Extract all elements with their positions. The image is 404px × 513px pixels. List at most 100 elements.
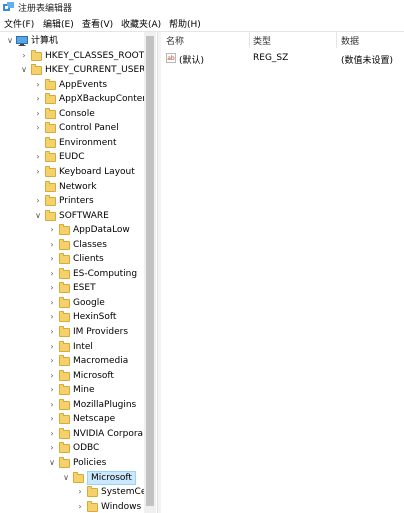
expanded-chevron-icon[interactable]: ∨ (20, 63, 28, 77)
collapsed-chevron-icon[interactable]: › (48, 369, 56, 383)
menu-favorites[interactable]: 收藏夹(A) (121, 17, 161, 30)
tree-node-label: Windows (101, 501, 142, 512)
collapsed-chevron-icon[interactable]: › (48, 412, 56, 426)
collapsed-chevron-icon[interactable]: › (34, 121, 42, 135)
tree-node[interactable]: ∨ 计算机 (0, 34, 144, 48)
tree-node-label: HexinSoft (73, 312, 117, 323)
tree-node-label: Classes (73, 239, 107, 250)
collapsed-chevron-icon[interactable]: › (34, 165, 42, 179)
tree-node[interactable]: › Keyboard Layout (0, 165, 144, 179)
tree-node[interactable]: › Classes (0, 238, 144, 252)
collapsed-chevron-icon[interactable]: › (48, 238, 56, 252)
folder-icon (59, 282, 70, 294)
tree-node[interactable]: ∨ HKEY_CURRENT_USER (0, 63, 145, 77)
tree-node[interactable]: › EUDC (0, 150, 144, 164)
tree-node[interactable]: › Control Panel (0, 121, 144, 135)
tree-node[interactable]: › AppXBackupConter (0, 92, 146, 106)
column-header-data[interactable]: 数据 (341, 34, 359, 47)
collapsed-chevron-icon[interactable]: › (48, 223, 56, 237)
expanded-chevron-icon[interactable]: ∨ (62, 471, 70, 485)
tree-node[interactable]: Network (0, 180, 144, 194)
tree-node-label: HKEY_CLASSES_ROOT (45, 50, 145, 61)
folder-icon (59, 224, 70, 236)
tree-node[interactable]: ∨ Policies (0, 456, 144, 470)
tree-node-label: Control Panel (59, 123, 119, 134)
collapsed-chevron-icon[interactable]: › (48, 252, 56, 266)
folder-icon (59, 427, 70, 439)
folder-icon (45, 209, 56, 221)
tree-node-label: AppXBackupConter (59, 94, 146, 105)
folder-icon (59, 267, 70, 279)
tree-node[interactable]: › Macromedia (0, 354, 144, 368)
tree-node[interactable]: › Printers (0, 194, 144, 208)
collapsed-chevron-icon[interactable]: › (48, 267, 56, 281)
collapsed-chevron-icon[interactable]: › (48, 354, 56, 368)
collapsed-chevron-icon[interactable]: › (20, 49, 28, 63)
tree-node[interactable]: › AppDataLow (0, 223, 144, 237)
menu-view[interactable]: 查看(V) (82, 17, 113, 30)
folder-icon (59, 369, 70, 381)
collapsed-chevron-icon[interactable]: › (48, 427, 56, 441)
collapsed-chevron-icon[interactable]: › (34, 150, 42, 164)
tree-node[interactable]: › HKEY_CLASSES_ROOT (0, 49, 144, 63)
tree-node[interactable]: ∨ SOFTWARE (0, 209, 144, 223)
collapsed-chevron-icon[interactable]: › (34, 78, 42, 92)
column-header-type[interactable]: 类型 (253, 34, 271, 47)
tree-node[interactable]: › Google (0, 296, 144, 310)
folder-icon (59, 456, 70, 468)
expanded-chevron-icon[interactable]: ∨ (6, 34, 14, 48)
expanded-chevron-icon[interactable]: ∨ (34, 209, 42, 223)
collapsed-chevron-icon[interactable]: › (48, 340, 56, 354)
folder-icon (59, 384, 70, 396)
folder-icon (45, 165, 56, 177)
collapsed-chevron-icon[interactable]: › (76, 485, 84, 499)
tree-node[interactable]: Environment (0, 136, 144, 150)
tree-node[interactable]: › ODBC (0, 441, 144, 455)
menu-file[interactable]: 文件(F) (4, 17, 34, 30)
collapsed-chevron-icon[interactable]: › (48, 281, 56, 295)
tree-node[interactable]: › ES-Computing (0, 267, 144, 281)
tree-node[interactable]: › Microsoft (0, 369, 144, 383)
folder-icon (87, 500, 98, 512)
menu-edit[interactable]: 编辑(E) (43, 17, 74, 30)
tree-node[interactable]: › IM Providers (0, 325, 144, 339)
folder-icon (45, 136, 56, 148)
tree-node[interactable]: › Clients (0, 252, 144, 266)
folder-icon (31, 49, 42, 61)
registry-tree[interactable]: ∨ 计算机 › HKEY_CLASSES_ROOT ∨ HKEY_CURRENT_USER… (0, 32, 156, 513)
tree-node[interactable]: › SystemCe (0, 485, 146, 499)
window-title: 注册表编辑器 (18, 4, 73, 14)
tree-scrollbar-thumb[interactable] (146, 36, 154, 506)
values-list[interactable]: 名称 类型 数据 ab (默认) REG_SZ (数值未设置) (161, 32, 404, 513)
folder-icon (45, 122, 56, 134)
tree-node[interactable]: › Intel (0, 340, 144, 354)
tree-node[interactable]: › Mine (0, 383, 144, 397)
expanded-chevron-icon[interactable]: ∨ (48, 456, 56, 470)
column-header-name[interactable]: 名称 (166, 34, 184, 47)
collapsed-chevron-icon[interactable]: › (34, 92, 42, 106)
collapsed-chevron-icon[interactable]: › (48, 310, 56, 324)
collapsed-chevron-icon[interactable]: › (48, 296, 56, 310)
collapsed-chevron-icon[interactable]: › (48, 325, 56, 339)
collapsed-chevron-icon[interactable]: › (76, 500, 84, 513)
tree-node[interactable]: › MozillaPlugins (0, 398, 144, 412)
tree-node[interactable]: › HexinSoft (0, 310, 144, 324)
computer-icon (16, 36, 28, 46)
tree-node[interactable]: › Windows (0, 500, 144, 513)
tree-node[interactable]: › ESET (0, 281, 144, 295)
collapsed-chevron-icon[interactable]: › (48, 398, 56, 412)
tree-node[interactable]: › Netscape (0, 412, 144, 426)
tree-node[interactable]: › NVIDIA Corpora (0, 427, 144, 441)
collapsed-chevron-icon[interactable]: › (48, 383, 56, 397)
tree-node-label: Mine (73, 385, 95, 396)
collapsed-chevron-icon[interactable]: › (34, 107, 42, 121)
tree-node[interactable]: ∨ Microsoft (0, 470, 144, 485)
tree-scrollbar[interactable] (144, 32, 156, 513)
collapsed-chevron-icon[interactable]: › (48, 441, 56, 455)
menu-help[interactable]: 帮助(H) (169, 17, 201, 30)
collapsed-chevron-icon[interactable]: › (34, 194, 42, 208)
column-separator[interactable] (249, 32, 250, 48)
column-separator[interactable] (336, 32, 337, 48)
tree-node[interactable]: › Console (0, 107, 144, 121)
tree-node[interactable]: › AppEvents (0, 78, 144, 92)
